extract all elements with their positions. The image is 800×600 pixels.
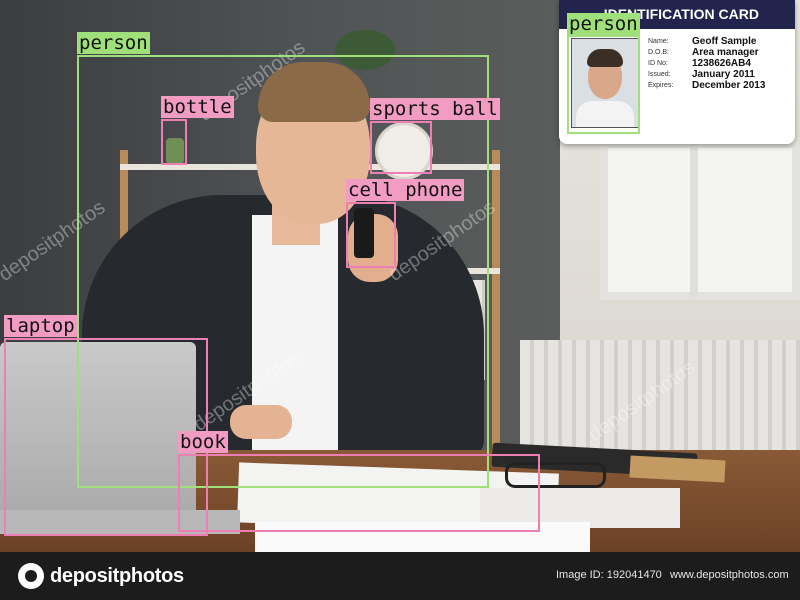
detection-label-cell-phone: cell phone	[346, 179, 465, 201]
detection-label-sports-ball: sports ball	[370, 98, 500, 120]
detection-label-bottle: bottle	[161, 96, 234, 118]
brand-logo: depositphotos	[18, 562, 184, 590]
shelf-post	[492, 150, 500, 450]
brand-logo-icon	[18, 563, 44, 589]
detection-label-laptop: laptop	[4, 315, 77, 337]
source-url: www.depositphotos.com	[670, 569, 789, 581]
brand-name: depositphotos	[50, 564, 184, 587]
detection-box-person-id-photo	[567, 35, 640, 134]
detection-label-person: person	[77, 32, 150, 54]
detection-box-cell-phone	[346, 202, 396, 268]
detection-label-book: book	[178, 431, 228, 453]
window	[600, 140, 800, 300]
detection-box-book	[178, 454, 540, 532]
detection-box-bottle	[161, 119, 187, 165]
image-id: Image ID: 192041470	[556, 569, 662, 581]
photo-canvas: depositphotos depositphotos depositphoto…	[0, 0, 800, 600]
detection-label-person-id-photo: person	[567, 13, 640, 35]
window-mullion	[690, 140, 698, 300]
detection-box-sports-ball	[370, 121, 432, 174]
